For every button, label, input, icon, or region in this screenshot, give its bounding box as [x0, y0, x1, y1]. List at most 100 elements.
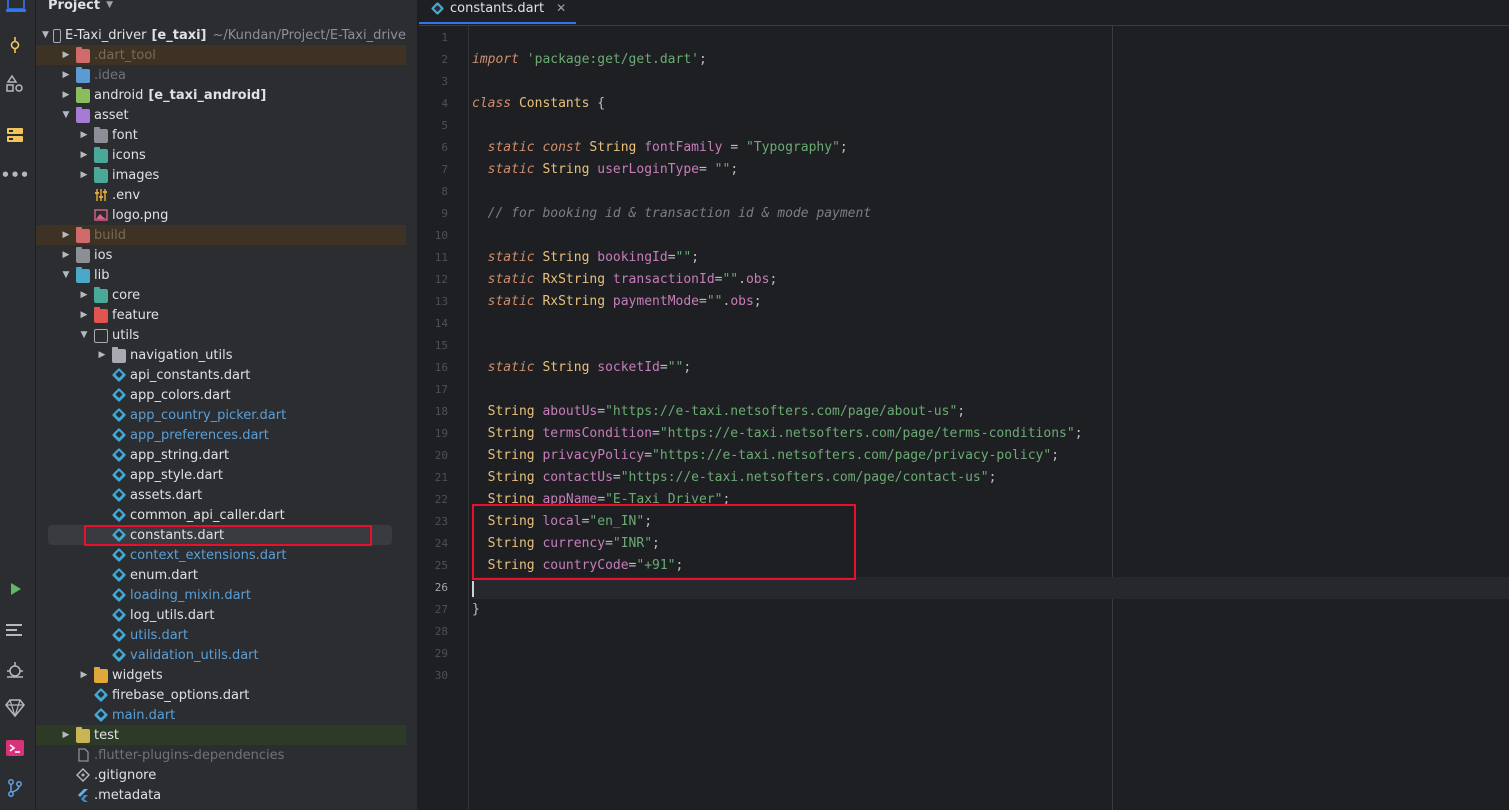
- code-line[interactable]: [472, 225, 1509, 247]
- flutter-inspector-icon[interactable]: [4, 697, 26, 719]
- tree-item-app-country-picker-dart[interactable]: ▶app_country_picker.dart: [36, 405, 406, 425]
- collapsed-arrow-icon[interactable]: ▶: [60, 230, 72, 240]
- tree-item-enum-dart[interactable]: ▶enum.dart: [36, 565, 406, 585]
- debug-icon[interactable]: [4, 658, 26, 680]
- todo-icon[interactable]: [4, 619, 26, 641]
- tree-item-images[interactable]: ▶ images: [36, 165, 406, 185]
- collapsed-arrow-icon[interactable]: ▶: [60, 50, 72, 60]
- collapsed-arrow-icon[interactable]: ▶: [78, 130, 90, 140]
- tree-item-feature[interactable]: ▶ feature: [36, 305, 406, 325]
- code-line[interactable]: static String bookingId="";: [472, 247, 1509, 269]
- code-line[interactable]: static String userLoginType= "";: [472, 159, 1509, 181]
- tree-item-font[interactable]: ▶ font: [36, 125, 406, 145]
- code-token: obs: [745, 272, 770, 287]
- tree-item-flutter-plugins-dependencies[interactable]: ▶.flutter-plugins-dependencies: [36, 745, 406, 765]
- tree-item-assets-dart[interactable]: ▶assets.dart: [36, 485, 406, 505]
- tree-item-icons[interactable]: ▶ icons: [36, 145, 406, 165]
- tree-item-test[interactable]: ▶ test: [36, 725, 406, 745]
- structure-icon[interactable]: [4, 73, 26, 95]
- tree-item-label: images: [112, 167, 160, 183]
- project-icon[interactable]: [5, 0, 27, 16]
- code-line[interactable]: static RxString paymentMode="".obs;: [472, 291, 1509, 313]
- tree-item-api-constants-dart[interactable]: ▶api_constants.dart: [36, 365, 406, 385]
- code-line[interactable]: static RxString transactionId="".obs;: [472, 269, 1509, 291]
- tree-item-loading-mixin-dart[interactable]: ▶loading_mixin.dart: [36, 585, 406, 605]
- code-line[interactable]: [472, 115, 1509, 137]
- tree-item-gitignore[interactable]: ▶.gitignore: [36, 765, 406, 785]
- code-line[interactable]: static String socketId="";: [472, 357, 1509, 379]
- tree-item-android[interactable]: ▶ android [e_taxi_android]: [36, 85, 406, 105]
- collapsed-arrow-icon[interactable]: ▶: [78, 310, 90, 320]
- collapsed-arrow-icon[interactable]: ▶: [60, 250, 72, 260]
- more-icon[interactable]: •••: [1, 164, 30, 186]
- code-line[interactable]: [472, 181, 1509, 203]
- collapsed-arrow-icon[interactable]: ▶: [96, 350, 108, 360]
- code-line[interactable]: [472, 379, 1509, 401]
- collapsed-arrow-icon[interactable]: ▶: [78, 150, 90, 160]
- tree-item-env[interactable]: ▶.env: [36, 185, 406, 205]
- expanded-arrow-icon[interactable]: ▼: [60, 270, 72, 280]
- chevron-down-icon[interactable]: ▼: [106, 0, 113, 10]
- tree-item-navigation-utils[interactable]: ▶ navigation_utils: [36, 345, 406, 365]
- tree-item-utils-dart[interactable]: ▶utils.dart: [36, 625, 406, 645]
- code-line[interactable]: class Constants {: [472, 93, 1509, 115]
- tree-item-logo-png[interactable]: ▶logo.png: [36, 205, 406, 225]
- terminal-icon[interactable]: [4, 737, 26, 759]
- collapsed-arrow-icon[interactable]: ▶: [78, 290, 90, 300]
- expanded-arrow-icon[interactable]: ▼: [78, 330, 90, 340]
- tree-item-main-dart[interactable]: ▶main.dart: [36, 705, 406, 725]
- tree-item-ios[interactable]: ▶ ios: [36, 245, 406, 265]
- collapsed-arrow-icon[interactable]: ▶: [60, 70, 72, 80]
- tree-item-idea[interactable]: ▶ .idea: [36, 65, 406, 85]
- tree-item-lib[interactable]: ▼ lib: [36, 265, 406, 285]
- tree-item-core[interactable]: ▶ core: [36, 285, 406, 305]
- code-line[interactable]: static const String fontFamily = "Typogr…: [472, 137, 1509, 159]
- tree-item-firebase-options-dart[interactable]: ▶firebase_options.dart: [36, 685, 406, 705]
- code-line[interactable]: [472, 643, 1509, 665]
- code-line[interactable]: String contactUs="https://e-taxi.netsoft…: [472, 467, 1509, 489]
- collapsed-arrow-icon[interactable]: ▶: [60, 730, 72, 740]
- tree-item-e-taxi-driver[interactable]: ▼ E-Taxi_driver [e_taxi] ~/Kundan/Project/E…: [36, 25, 406, 45]
- collapsed-arrow-icon[interactable]: ▶: [60, 90, 72, 100]
- tree-item-app-style-dart[interactable]: ▶app_style.dart: [36, 465, 406, 485]
- code-line[interactable]: String termsCondition="https://e-taxi.ne…: [472, 423, 1509, 445]
- tree-item-dart-tool[interactable]: ▶ .dart_tool: [36, 45, 406, 65]
- tab-constants-dart[interactable]: constants.dart ✕: [419, 0, 577, 24]
- code-line[interactable]: [472, 71, 1509, 93]
- tree-item-common-api-caller-dart[interactable]: ▶common_api_caller.dart: [36, 505, 406, 525]
- code-line[interactable]: [472, 27, 1509, 49]
- code-token: paymentMode: [612, 294, 699, 309]
- close-icon[interactable]: ✕: [556, 1, 566, 15]
- code-editor[interactable]: import 'package:get/get.dart'; class Cons…: [472, 26, 1509, 810]
- code-line[interactable]: [472, 335, 1509, 357]
- tree-item-build[interactable]: ▶ build: [36, 225, 406, 245]
- code-line[interactable]: import 'package:get/get.dart';: [472, 49, 1509, 71]
- tree-item-app-colors-dart[interactable]: ▶app_colors.dart: [36, 385, 406, 405]
- code-line[interactable]: String aboutUs="https://e-taxi.netsofter…: [472, 401, 1509, 423]
- tree-item-app-preferences-dart[interactable]: ▶app_preferences.dart: [36, 425, 406, 445]
- tree-item-app-string-dart[interactable]: ▶app_string.dart: [36, 445, 406, 465]
- git-icon[interactable]: [4, 777, 26, 799]
- expanded-arrow-icon[interactable]: ▼: [42, 30, 49, 40]
- collapsed-arrow-icon[interactable]: ▶: [78, 170, 90, 180]
- bookmarks-icon[interactable]: [4, 124, 26, 146]
- tree-item-asset[interactable]: ▼ asset: [36, 105, 406, 125]
- tree-item-validation-utils-dart[interactable]: ▶validation_utils.dart: [36, 645, 406, 665]
- collapsed-arrow-icon[interactable]: ▶: [78, 670, 90, 680]
- code-line[interactable]: [472, 665, 1509, 687]
- run-icon[interactable]: [4, 578, 26, 600]
- commit-icon[interactable]: [4, 34, 26, 56]
- code-line[interactable]: }: [472, 599, 1509, 621]
- expanded-arrow-icon[interactable]: ▼: [60, 110, 72, 120]
- code-line[interactable]: [472, 621, 1509, 643]
- code-line[interactable]: [472, 313, 1509, 335]
- tree-item-log-utils-dart[interactable]: ▶log_utils.dart: [36, 605, 406, 625]
- tree-item-utils[interactable]: ▼ utils: [36, 325, 406, 345]
- code-line[interactable]: [472, 577, 1509, 599]
- tree-item-context-extensions-dart[interactable]: ▶context_extensions.dart: [36, 545, 406, 565]
- code-line[interactable]: String privacyPolicy="https://e-taxi.net…: [472, 445, 1509, 467]
- code-line[interactable]: // for booking id & transaction id & mod…: [472, 203, 1509, 225]
- tree-item-widgets[interactable]: ▶ widgets: [36, 665, 406, 685]
- project-panel-header[interactable]: Project ▼: [48, 0, 113, 15]
- tree-item-metadata[interactable]: ▶.metadata: [36, 785, 406, 805]
